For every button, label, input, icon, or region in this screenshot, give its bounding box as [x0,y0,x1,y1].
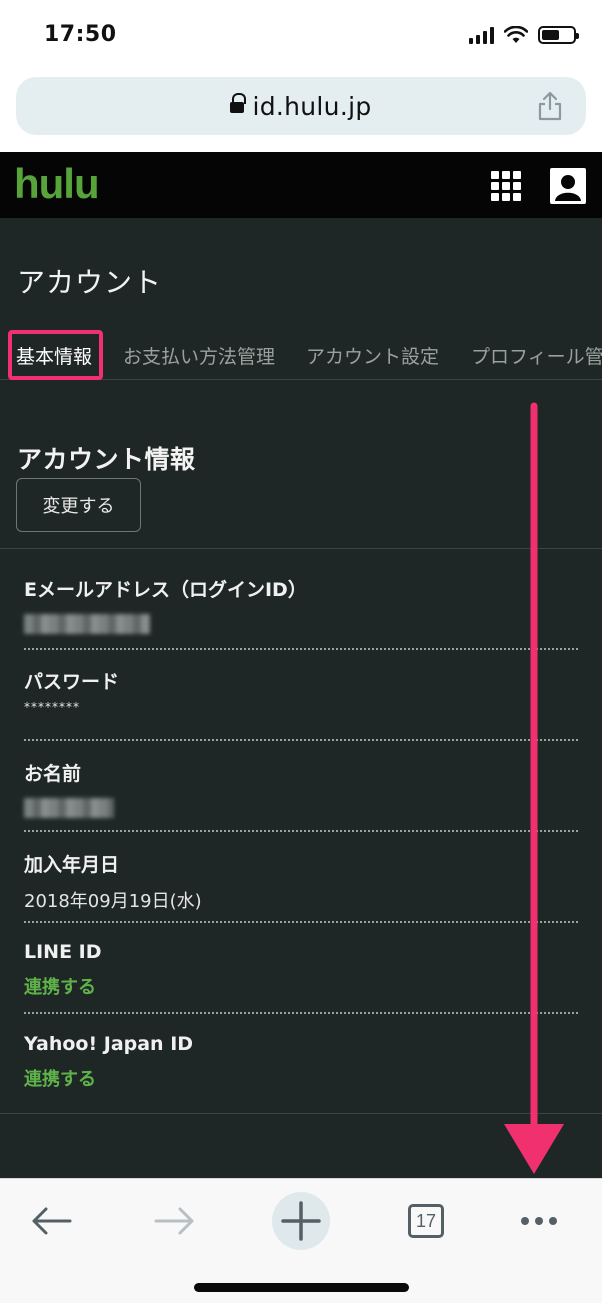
dotted-divider [24,830,578,832]
name-label: お名前 [24,763,82,785]
tab-account-settings[interactable]: アカウント設定 [306,342,439,369]
annotation-arrow [504,402,564,1174]
tab-highlight-box [8,330,103,380]
lock-icon [230,93,247,115]
hulu-logo[interactable]: hulu [14,160,100,208]
email-value-redacted [24,614,150,634]
home-indicator [194,1283,409,1292]
dotted-divider [24,921,578,923]
page-title: アカウント [17,266,163,299]
change-button[interactable]: 変更する [16,478,141,532]
battery-icon [538,26,579,44]
more-button[interactable] [504,1189,574,1253]
tabs-button[interactable]: 17 [391,1189,461,1253]
wifi-icon [504,26,528,43]
dotted-divider [24,739,578,741]
password-field: パスワード ******** [24,667,578,714]
line-connect-link[interactable]: 連携する [24,973,578,999]
tab-profile-management[interactable]: プロフィール管 [471,342,602,369]
tab-count-icon: 17 [408,1204,444,1238]
dotted-divider [24,1012,578,1014]
password-label: パスワード [24,671,120,693]
arrow-left-icon [32,1207,72,1235]
join-date-field: 加入年月日 2018年09月19日(水) [24,850,578,913]
status-icons [469,26,579,44]
signal-icon [469,26,494,44]
line-id-label: LINE ID [24,941,102,963]
yahoo-id-label: Yahoo! Japan ID [24,1033,194,1055]
url-text: id.hulu.jp [252,91,372,121]
url-display[interactable]: id.hulu.jp [230,92,371,121]
new-tab-button[interactable] [266,1189,336,1253]
share-icon[interactable] [536,91,564,121]
status-time: 17:50 [44,22,117,47]
apps-grid-icon[interactable] [491,171,521,201]
browser-toolbar: 17 [0,1178,602,1303]
email-label: Eメールアドレス（ログインID） [24,579,307,601]
dotted-divider [24,648,578,650]
email-field: Eメールアドレス（ログインID） [24,575,578,638]
line-id-field: LINE ID 連携する [24,941,578,999]
join-date-value: 2018年09月19日(水) [24,891,202,912]
user-icon[interactable] [550,168,586,204]
name-value-redacted [24,798,114,818]
status-bar: 17:50 [0,0,602,70]
back-button[interactable] [16,1189,86,1253]
name-field: お名前 [24,759,578,822]
yahoo-id-field: Yahoo! Japan ID 連携する [24,1033,578,1091]
arrow-right-icon [154,1207,194,1235]
tab-payment-management[interactable]: お支払い方法管理 [123,342,275,369]
yahoo-connect-link[interactable]: 連携する [24,1065,578,1091]
forward-button[interactable] [140,1189,210,1253]
password-value: ******** [24,700,80,714]
join-date-label: 加入年月日 [24,854,120,876]
plus-icon [272,1192,330,1250]
section-title: アカウント情報 [17,445,196,474]
address-bar[interactable]: id.hulu.jp [16,77,586,135]
more-dots-icon [521,1217,557,1225]
